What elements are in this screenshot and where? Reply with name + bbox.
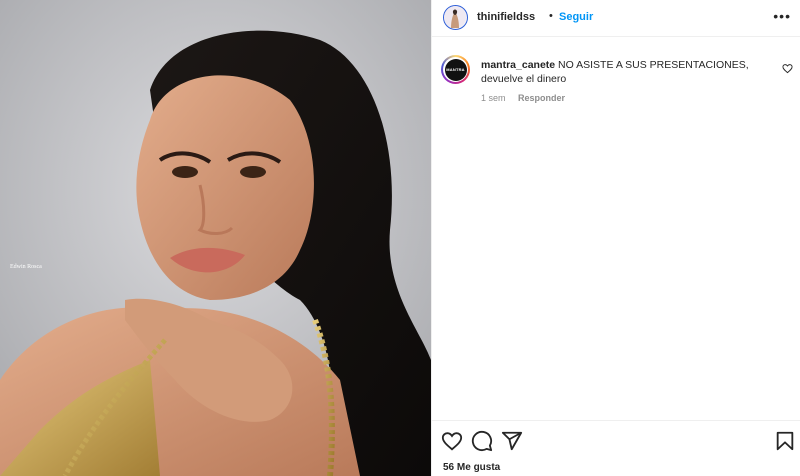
comment-meta: 1 sem Responder [481,93,575,103]
header-separator: • [549,10,553,22]
author-username[interactable]: thinifieldss [477,11,535,23]
reply-button[interactable]: Responder [518,93,565,103]
more-options-icon[interactable]: ••• [773,8,791,24]
post-actions-bar: 56 Me gusta [432,420,800,476]
bookmark-icon[interactable] [774,430,796,452]
post-detail-panel: thinifieldss • Seguir ••• MANTRA mantra_… [431,0,800,476]
post-header: thinifieldss • Seguir ••• [432,0,800,37]
author-avatar[interactable] [443,5,468,30]
small-heart-icon[interactable] [782,63,793,74]
likes-count[interactable]: 56 Me gusta [443,462,500,473]
heart-icon[interactable] [441,430,463,452]
comment-icon[interactable] [471,430,493,452]
send-icon[interactable] [501,430,523,452]
commenter-username[interactable]: mantra_canete [481,59,555,71]
comment-text: mantra_canete NO ASISTE A SUS PRESENTACI… [481,58,777,86]
follow-button[interactable]: Seguir [559,11,593,23]
commenter-avatar[interactable]: MANTRA [441,55,470,84]
comment-time: 1 sem [481,93,506,103]
photo-watermark: Edwin Rosca [10,264,42,270]
post-photo: Edwin Rosca [0,0,431,476]
commenter-avatar-logo: MANTRA [444,58,467,81]
